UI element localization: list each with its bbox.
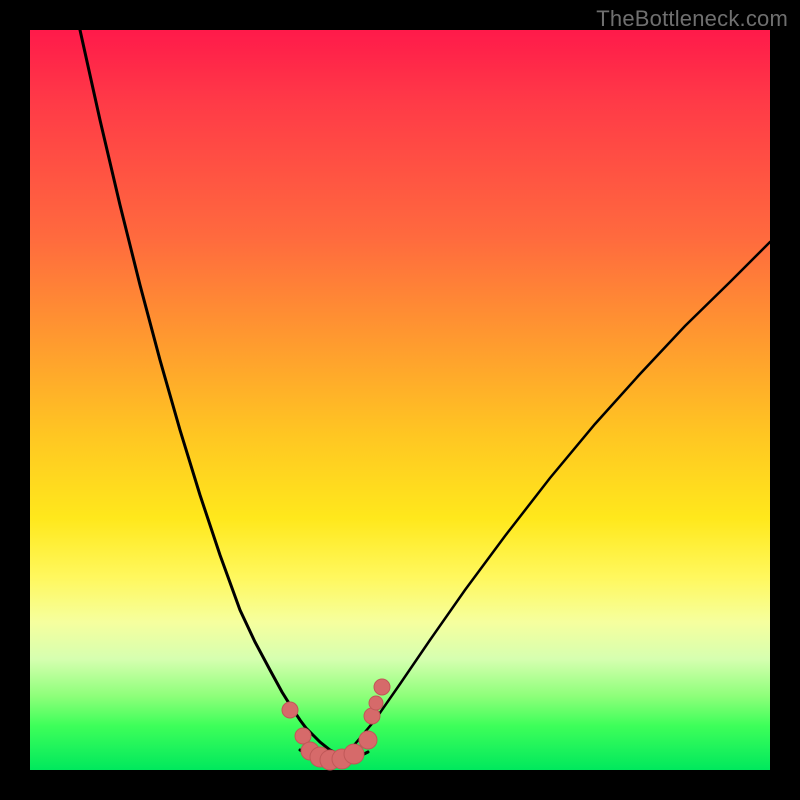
valley-marker xyxy=(295,728,311,744)
valley-marker xyxy=(282,702,298,718)
valley-markers-group xyxy=(282,679,390,770)
valley-marker xyxy=(364,708,380,724)
watermark-text: TheBottleneck.com xyxy=(596,6,788,32)
right-branch-curve xyxy=(340,242,770,756)
valley-marker xyxy=(359,731,377,749)
valley-marker xyxy=(374,679,390,695)
valley-marker xyxy=(369,696,383,710)
valley-marker xyxy=(344,744,364,764)
curve-layer xyxy=(30,30,770,770)
chart-frame: TheBottleneck.com xyxy=(0,0,800,800)
left-branch-curve xyxy=(80,30,342,756)
